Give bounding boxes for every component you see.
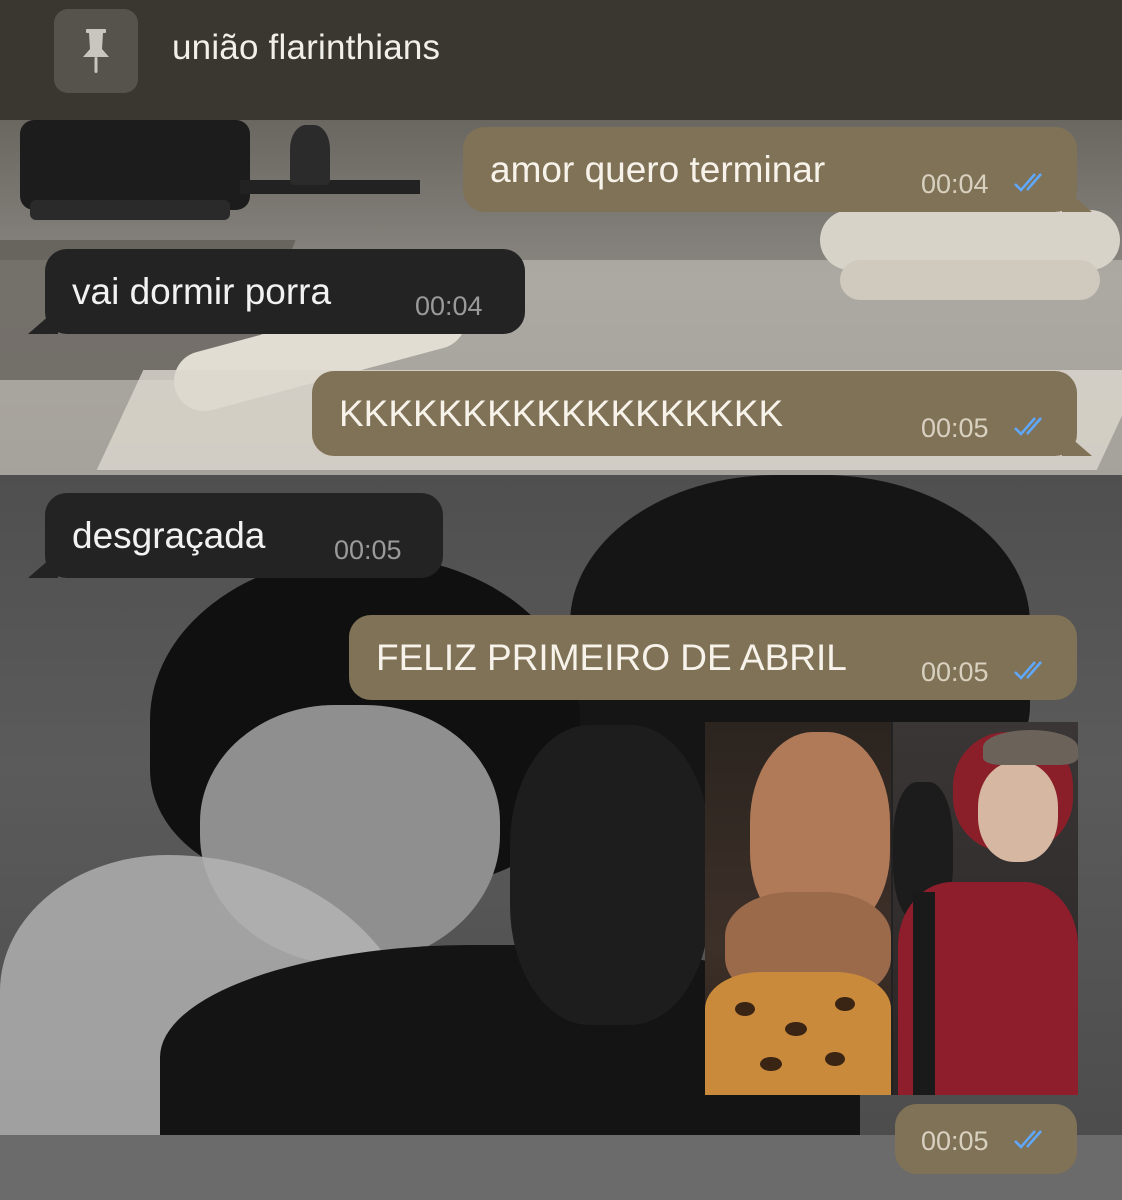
pinned-chat-title: união flarinthians [172, 28, 441, 67]
message-bubble-incoming[interactable]: vai dormir porra 00:04 [45, 249, 525, 334]
image-message[interactable] [705, 722, 1078, 1095]
message-text: FELIZ PRIMEIRO DE ABRIL [376, 637, 847, 678]
image-time-badge: 00:05 [895, 1104, 1077, 1174]
message-time: 00:05 [921, 1126, 989, 1156]
message-bubble-outgoing[interactable]: amor quero terminar 00:04 [463, 127, 1077, 212]
message-time: 00:05 [921, 413, 989, 443]
message-text: vai dormir porra [72, 271, 332, 312]
message-text: amor quero terminar [490, 149, 826, 190]
message-time: 00:04 [921, 169, 989, 199]
message-time: 00:05 [334, 535, 402, 565]
pinned-message-bar[interactable]: união flarinthians [0, 0, 1122, 120]
read-double-check-icon [1014, 661, 1042, 680]
message-bubble-outgoing[interactable]: FELIZ PRIMEIRO DE ABRIL 00:05 [349, 615, 1077, 700]
image-left-panel [705, 722, 891, 1095]
message-time: 00:05 [921, 657, 989, 687]
read-double-check-icon [1014, 1130, 1042, 1149]
message-time: 00:04 [415, 291, 483, 321]
pin-icon [54, 9, 138, 93]
message-bubble-incoming[interactable]: desgraçada 00:05 [45, 493, 443, 578]
message-text: desgraçada [72, 515, 266, 556]
message-bubble-outgoing[interactable]: KKKKKKKKKKKKKKKKKK 00:05 [312, 371, 1077, 456]
image-right-panel [893, 722, 1078, 1095]
read-double-check-icon [1014, 417, 1042, 436]
message-text: KKKKKKKKKKKKKKKKKK [339, 393, 784, 434]
read-double-check-icon [1014, 173, 1042, 192]
